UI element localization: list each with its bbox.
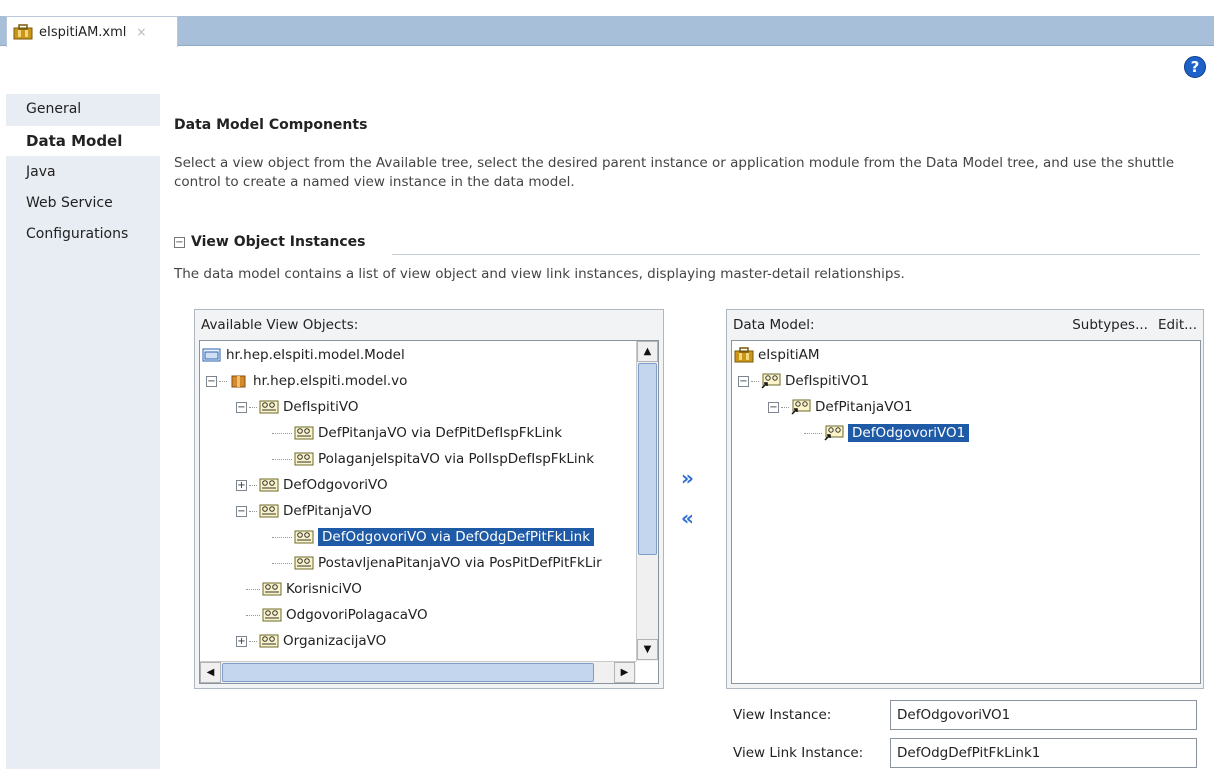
expander-icon[interactable]: − xyxy=(768,401,779,413)
sidebar-item-web-service[interactable]: Web Service xyxy=(6,188,160,218)
tree-item-model-folder[interactable]: hr.hep.eIspiti.model.Model xyxy=(202,343,405,367)
scroll-up-icon[interactable]: ▲ xyxy=(637,341,658,362)
scroll-left-icon[interactable]: ◀ xyxy=(200,662,221,683)
view-object-icon xyxy=(259,503,279,519)
folder-icon xyxy=(202,347,222,363)
tree-item-postavljenapitanjavo-link[interactable]: PostavljenaPitanjaVO via PosPitDefPitFkL… xyxy=(272,551,602,575)
tree-item-defodgovorivo[interactable]: + DefOdgovoriVO xyxy=(236,473,388,497)
tree-item-defispitivo[interactable]: − DefIspitiVO xyxy=(236,395,358,419)
edit-button[interactable]: Edit... xyxy=(1158,317,1197,333)
tree-item-label: DefOdgovoriVO xyxy=(283,477,388,493)
data-model-tree[interactable]: eIspitiAM − DefIspitiVO1 − DefPitanjaVO1… xyxy=(731,340,1201,684)
close-icon[interactable]: × xyxy=(136,25,146,39)
sidebar-item-general[interactable]: General xyxy=(6,94,160,124)
scrollbar-thumb[interactable] xyxy=(638,363,657,555)
tree-item-polaganjeispitavo-link[interactable]: PolaganjeIspitaVO via PolIspDefIspFkLink xyxy=(272,447,594,471)
view-instance-icon xyxy=(761,373,781,389)
tree-item-label: PostavljenaPitanjaVO via PosPitDefPitFkL… xyxy=(318,555,602,571)
tree-item-defpitanjavo1[interactable]: − DefPitanjaVO1 xyxy=(768,395,912,419)
tree-item-label: DefPitanjaVO1 xyxy=(815,399,913,415)
view-object-icon xyxy=(294,451,314,467)
tree-item-defpitanjavo-link[interactable]: DefPitanjaVO via DefPitDefIspFkLink xyxy=(272,421,562,445)
scroll-right-icon[interactable]: ▶ xyxy=(614,662,635,683)
expander-icon[interactable]: − xyxy=(738,375,749,387)
tree-item-label: eIspitiAM xyxy=(758,347,820,363)
sidebar-item-data-model[interactable]: Data Model xyxy=(6,126,160,156)
application-module-icon xyxy=(734,347,754,363)
application-module-icon xyxy=(13,24,33,40)
tree-item-label: DefIspitiVO xyxy=(283,399,359,415)
view-object-icon xyxy=(294,425,314,441)
available-tree[interactable]: hr.hep.eIspiti.model.Model − hr.hep.eIsp… xyxy=(199,340,659,684)
view-instance-label: View Instance: xyxy=(733,707,832,723)
tree-item-eispitiam[interactable]: eIspitiAM xyxy=(734,343,820,367)
subtypes-button[interactable]: Subtypes... xyxy=(1072,317,1148,333)
tree-item-vo-package[interactable]: − hr.hep.eIspiti.model.vo xyxy=(206,369,407,393)
view-instance-icon xyxy=(824,425,844,441)
sidebar-item-configurations[interactable]: Configurations xyxy=(6,219,160,249)
view-object-icon xyxy=(259,633,279,649)
section-header[interactable]: − View Object Instances xyxy=(174,234,366,250)
tree-item-label: DefPitanjaVO via DefPitDefIspFkLink xyxy=(318,425,563,441)
section-description: The data model contains a list of view o… xyxy=(174,266,905,282)
vertical-scrollbar[interactable]: ▲ ▼ xyxy=(636,341,658,661)
tree-item-label: hr.hep.eIspiti.model.vo xyxy=(253,373,408,389)
view-object-icon xyxy=(294,529,314,545)
tree-item-label: hr.hep.eIspiti.model.Model xyxy=(226,347,405,363)
sidebar: General Data Model Java Web Service Conf… xyxy=(6,94,160,769)
sidebar-item-java[interactable]: Java xyxy=(6,157,160,187)
page-title: Data Model Components xyxy=(174,117,368,133)
available-header-label: Available View Objects: xyxy=(201,317,359,333)
section-divider xyxy=(392,254,1200,255)
data-model-panel: Data Model: Subtypes... Edit... eIspitiA… xyxy=(726,309,1204,689)
tree-item-defpitanjavo[interactable]: − DefPitanjaVO xyxy=(236,499,372,523)
view-link-instance-field[interactable]: DefOdgDefPitFkLink1 xyxy=(890,738,1197,768)
tree-item-label: DefOdgovoriVO1 xyxy=(848,424,970,442)
tree-item-defispitivo1[interactable]: − DefIspitiVO1 xyxy=(738,369,869,393)
tree-item-odgovoripolagacavo[interactable]: OdgovoriPolagacaVO xyxy=(246,603,428,627)
tab-label: eIspitiAM.xml xyxy=(39,24,127,40)
view-object-icon xyxy=(259,399,279,415)
tree-item-defodgovorivo-link[interactable]: DefOdgovoriVO via DefOdgDefPitFkLink xyxy=(272,525,595,549)
available-panel: Available View Objects: hr.hep.eIspiti.m… xyxy=(194,309,664,689)
tree-item-organizacijavo[interactable]: + OrganizacijaVO xyxy=(236,629,386,653)
expander-icon[interactable]: − xyxy=(236,401,247,413)
tree-item-label: PolaganjeIspitaVO via PolIspDefIspFkLink xyxy=(318,451,595,467)
expander-icon[interactable]: + xyxy=(236,479,247,491)
tab-eispitiam-xml[interactable]: eIspitiAM.xml × xyxy=(6,16,178,47)
view-instance-field[interactable]: DefOdgovoriVO1 xyxy=(890,700,1197,730)
data-model-header: Data Model: Subtypes... Edit... xyxy=(727,310,1203,340)
expander-icon[interactable]: − xyxy=(236,505,247,517)
view-instance-icon xyxy=(791,399,811,415)
view-object-icon xyxy=(294,555,314,571)
tree-item-label: KorisniciVO xyxy=(286,581,362,597)
shuttle-add-icon[interactable]: » xyxy=(681,466,694,490)
help-icon[interactable]: ? xyxy=(1184,56,1206,78)
scrollbar-thumb-horizontal[interactable] xyxy=(222,663,594,682)
view-link-instance-label: View Link Instance: xyxy=(733,745,864,761)
tab-strip xyxy=(0,16,1214,46)
available-header: Available View Objects: xyxy=(195,310,663,340)
data-model-header-label: Data Model: xyxy=(733,317,815,333)
tree-item-korisnicivo[interactable]: KorisniciVO xyxy=(246,577,362,601)
tree-item-defodgovorivo1[interactable]: DefOdgovoriVO1 xyxy=(804,421,970,445)
tree-item-label: DefIspitiVO1 xyxy=(785,373,870,389)
view-object-icon xyxy=(259,477,279,493)
page-description: Select a view object from the Available … xyxy=(174,155,1175,190)
expander-icon[interactable]: + xyxy=(236,635,247,647)
expander-icon[interactable]: − xyxy=(206,375,217,387)
tree-item-label: OrganizacijaVO xyxy=(283,633,387,649)
collapse-icon[interactable]: − xyxy=(174,236,185,248)
view-object-icon xyxy=(262,581,282,597)
tree-item-label: DefOdgovoriVO via DefOdgDefPitFkLink xyxy=(318,528,595,546)
scroll-down-icon[interactable]: ▼ xyxy=(637,639,658,660)
tree-item-label: OdgovoriPolagacaVO xyxy=(286,607,428,623)
package-icon xyxy=(229,373,249,389)
horizontal-scrollbar[interactable]: ◀ ▶ xyxy=(200,661,636,683)
section-title: View Object Instances xyxy=(191,234,366,250)
tree-item-label: DefPitanjaVO xyxy=(283,503,372,519)
shuttle-remove-icon[interactable]: « xyxy=(681,506,694,530)
view-object-icon xyxy=(262,607,282,623)
